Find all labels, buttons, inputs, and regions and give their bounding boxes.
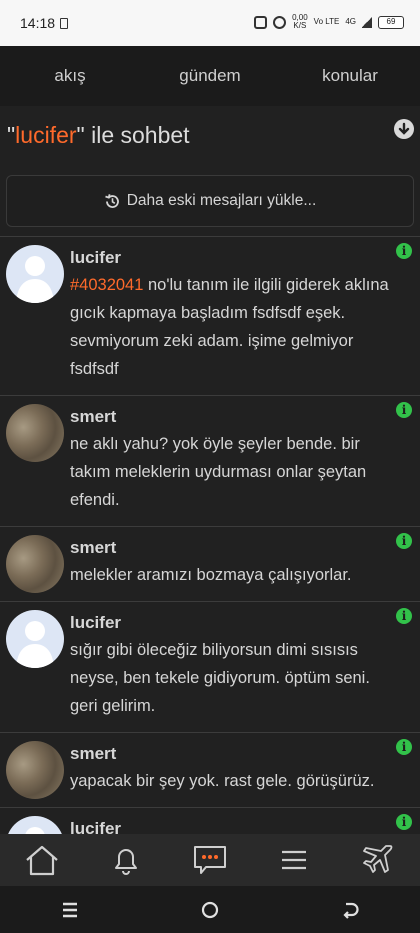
network-speed-unit: K/S [293, 21, 307, 30]
battery-icon: 69 [378, 15, 404, 29]
info-icon[interactable]: i [396, 739, 412, 755]
sim-icon [60, 18, 68, 29]
menu-icon [282, 850, 306, 870]
info-icon[interactable]: i [396, 608, 412, 624]
home-icon [26, 845, 58, 876]
top-nav: akış gündem konular [0, 46, 420, 106]
arrow-down-icon [398, 122, 410, 135]
message-text: sığır gibi öleceğiz biliyorsun dimi sısı… [70, 641, 370, 715]
bell-icon [115, 849, 137, 875]
load-older-label: Daha eski mesajları yükle... [126, 192, 317, 209]
message-author[interactable]: lucifer [70, 245, 390, 271]
bottom-nav [0, 834, 420, 886]
tab-konular[interactable]: konular [280, 46, 420, 106]
avatar[interactable] [6, 404, 64, 462]
page-title: "lucifer" ile sohbet [7, 122, 190, 148]
message-item: lucifer #4032041 no'lu tanım ile ilgili … [0, 236, 420, 395]
plane-icon [363, 845, 393, 873]
status-time: 14:18 [20, 15, 56, 31]
notifications-button[interactable] [84, 834, 168, 886]
scroll-down-button[interactable] [394, 119, 414, 139]
message-item: smert melekler aramızı bozmaya çalışıyor… [0, 526, 420, 601]
message-author[interactable]: smert [70, 535, 390, 561]
home-circle-icon[interactable] [200, 900, 220, 920]
message-author[interactable]: smert [70, 404, 390, 430]
message-author[interactable]: lucifer [70, 816, 390, 834]
message-author[interactable]: lucifer [70, 610, 390, 636]
avatar[interactable] [6, 610, 64, 668]
message-item: lucifer i [0, 807, 420, 834]
back-icon[interactable] [340, 900, 360, 920]
system-nav [0, 886, 420, 933]
chat-partner-name[interactable]: lucifer [15, 122, 76, 148]
message-author[interactable]: smert [70, 741, 390, 767]
message-text: ne aklı yahu? yok öyle şeyler bende. bir… [70, 435, 367, 509]
info-icon[interactable]: i [396, 402, 412, 418]
plane-button[interactable] [336, 834, 420, 886]
chat-icon [194, 846, 226, 874]
avatar[interactable] [6, 741, 64, 799]
avatar[interactable] [6, 816, 64, 834]
avatar[interactable] [6, 245, 64, 303]
avatar[interactable] [6, 535, 64, 593]
vibrate-icon [254, 15, 268, 29]
history-icon [104, 193, 119, 208]
tab-akis[interactable]: akış [0, 46, 140, 106]
info-icon[interactable]: i [396, 243, 412, 259]
load-older-button[interactable]: Daha eski mesajları yükle... [6, 175, 414, 227]
signal-icon [362, 16, 372, 28]
tab-gundem[interactable]: gündem [140, 46, 280, 106]
alarm-icon [273, 15, 287, 29]
info-icon[interactable]: i [396, 533, 412, 549]
message-text: yapacak bir şey yok. rast gele. görüşürü… [70, 772, 375, 790]
home-button[interactable] [0, 834, 84, 886]
message-text: #4032041 no'lu tanım ile ilgili giderek … [70, 276, 389, 378]
message-item: lucifer sığır gibi öleceğiz biliyorsun d… [0, 601, 420, 732]
message-item: smert ne aklı yahu? yok öyle şeyler bend… [0, 395, 420, 526]
messages-button[interactable] [168, 834, 252, 886]
message-list: lucifer #4032041 no'lu tanım ile ilgili … [0, 236, 420, 834]
message-text: melekler aramızı bozmaya çalışıyorlar. [70, 566, 352, 584]
menu-button[interactable] [252, 834, 336, 886]
recent-apps-icon[interactable] [60, 901, 80, 919]
lte-indicator: Vo LTE [313, 17, 340, 26]
message-item: smert yapacak bir şey yok. rast gele. gö… [0, 732, 420, 807]
info-icon[interactable]: i [396, 814, 412, 830]
4g-indicator: 4G [345, 17, 356, 26]
entry-reference-link[interactable]: #4032041 [70, 276, 143, 294]
status-bar: 14:18 0,00 K/S Vo LTE 4G 69 [0, 0, 420, 46]
